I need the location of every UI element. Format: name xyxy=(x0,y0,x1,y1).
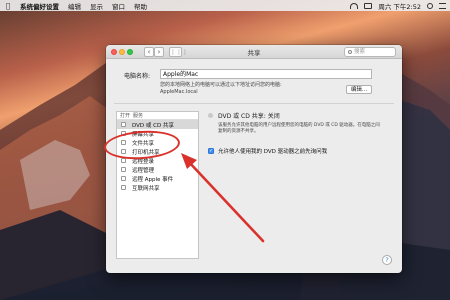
service-checkbox[interactable] xyxy=(121,185,126,190)
service-list-header: 打开 服务 xyxy=(117,112,198,120)
computer-name-field[interactable]: Apple的Mac xyxy=(160,69,372,79)
computer-name-label: 电脑名称: xyxy=(124,73,151,80)
service-label: 互联网共享 xyxy=(132,185,160,192)
menu-item-edit[interactable]: 编辑 xyxy=(68,1,81,11)
service-status: DVD 或 CD 共享: 关闭 xyxy=(208,111,388,120)
search-icon xyxy=(348,50,352,54)
help-button[interactable]: ? xyxy=(382,255,392,265)
service-checkbox[interactable] xyxy=(121,167,126,172)
divider xyxy=(114,103,394,104)
service-status-text: DVD 或 CD 共享: 关闭 xyxy=(218,113,280,120)
service-remote-management[interactable]: 远程管理 xyxy=(117,165,198,174)
hint-line-1: 您的本地网络上的电脑可以通过以下地址访问您的电脑: xyxy=(160,82,282,88)
spotlight-search-icon[interactable] xyxy=(427,2,433,9)
service-checkbox[interactable] xyxy=(121,122,126,127)
ask-permission-option[interactable]: ✓ 允许他人使用我的 DVD 驱动器之前先询问我 xyxy=(208,147,388,155)
ask-permission-label: 允许他人使用我的 DVD 驱动器之前先询问我 xyxy=(218,149,328,155)
service-label: 远程管理 xyxy=(132,167,155,174)
service-label: 远程 Apple 事件 xyxy=(132,176,174,183)
menu-app-name[interactable]: 系统偏好设置 xyxy=(20,1,59,11)
status-dot-icon xyxy=(208,113,213,118)
service-dvd-cd-sharing[interactable]: DVD 或 CD 共享 xyxy=(117,120,198,129)
menu-item-window[interactable]: 窗口 xyxy=(112,1,125,11)
service-remote-apple-events[interactable]: 远程 Apple 事件 xyxy=(117,174,198,183)
header-service: 服务 xyxy=(133,113,144,119)
service-description: 该服务允许其他电脑的用户远程使用您的电脑的 DVD 或 CD 驱动器。在电脑之间… xyxy=(218,123,380,134)
battery-icon[interactable] xyxy=(364,2,373,9)
search-placeholder: 搜索 xyxy=(354,49,366,55)
local-address-hint: 您的本地网络上的电脑可以通过以下地址访问您的电脑: AppleMac.local xyxy=(160,82,330,96)
window-titlebar: ‹ › ⋮⋮⋮ 共享 搜索 xyxy=(106,45,402,59)
menu-item-view[interactable]: 显示 xyxy=(90,1,103,11)
menu-item-help[interactable]: 帮助 xyxy=(134,1,147,11)
edit-button[interactable]: 编辑... xyxy=(346,85,372,94)
hint-line-2: AppleMac.local xyxy=(160,89,198,95)
service-detail-pane: DVD 或 CD 共享: 关闭 该服务允许其他电脑的用户远程使用您的电脑的 DV… xyxy=(208,111,388,155)
checkmark-icon[interactable]: ✓ xyxy=(208,148,214,154)
notification-center-icon[interactable] xyxy=(439,2,446,9)
service-label: DVD 或 CD 共享 xyxy=(132,122,174,129)
service-internet-sharing[interactable]: 互联网共享 xyxy=(117,183,198,192)
sharing-preferences-window: ‹ › ⋮⋮⋮ 共享 搜索 电脑名称: Apple的Mac 您的本地网络上的电脑… xyxy=(106,45,402,273)
header-on: 打开 xyxy=(120,113,131,119)
menu-bar:  系统偏好设置 编辑 显示 窗口 帮助 周六 下午2:52 xyxy=(0,0,450,11)
menu-clock[interactable]: 周六 下午2:52 xyxy=(378,1,421,11)
wifi-icon[interactable] xyxy=(350,2,359,9)
apple-icon[interactable]:  xyxy=(4,2,12,10)
search-input[interactable]: 搜索 xyxy=(344,47,396,57)
service-checkbox[interactable] xyxy=(121,176,126,181)
